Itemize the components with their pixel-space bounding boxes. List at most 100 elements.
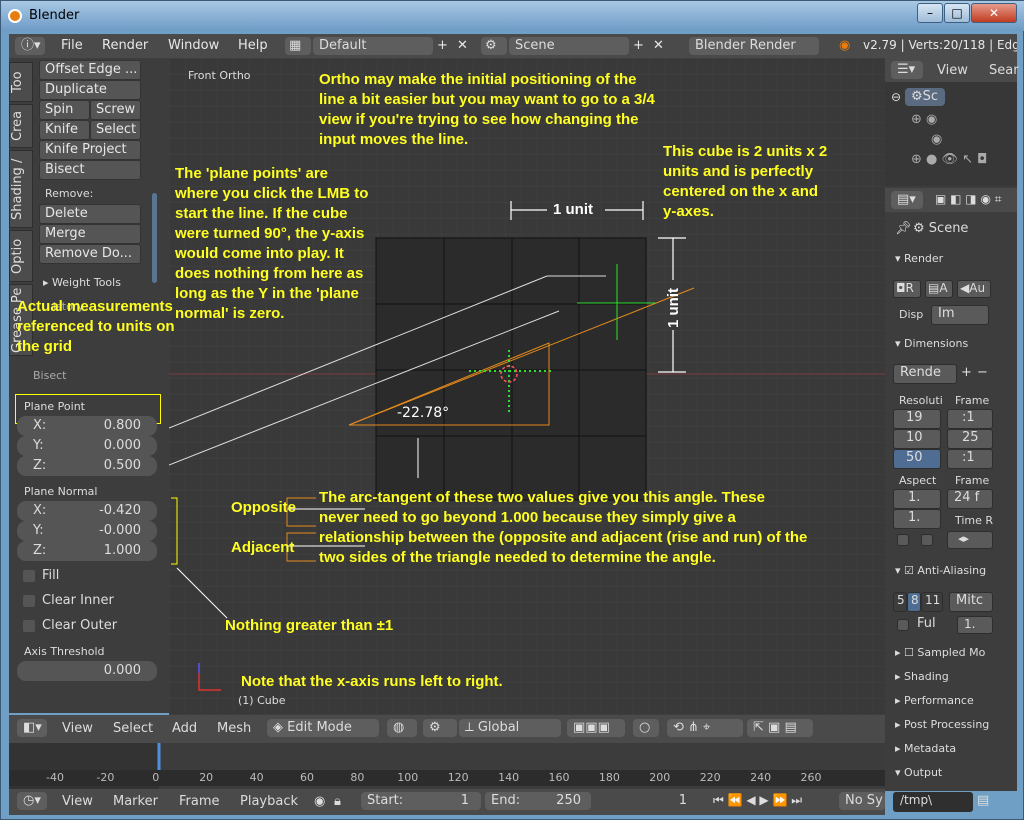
- knife-project-button[interactable]: Knife Project: [39, 140, 141, 160]
- border-checkbox[interactable]: [897, 534, 909, 546]
- resolution-x-field[interactable]: 19: [893, 409, 941, 429]
- tab-shading[interactable]: Shading /: [9, 150, 33, 228]
- performance-panel-header[interactable]: ▸ Performance: [895, 694, 974, 707]
- outliner-editor-type[interactable]: ☰▾: [891, 61, 923, 79]
- menu-help[interactable]: Help: [238, 38, 268, 53]
- aa-samples-8[interactable]: 8: [907, 592, 921, 612]
- filter-size-field[interactable]: 1.: [957, 616, 993, 634]
- frame-step-field[interactable]: :1: [947, 449, 993, 469]
- timeline[interactable]: -40 -20 0 20 40 60 80 100 120 140 160 180 200 220 240 2…: [9, 743, 885, 789]
- knife-button[interactable]: Knife: [39, 120, 90, 140]
- pin-icon[interactable]: 📌︎: [895, 221, 912, 236]
- render-button[interactable]: ◘R: [893, 280, 921, 298]
- outliner-search[interactable]: Sear: [989, 63, 1019, 78]
- end-frame-field[interactable]: End: 250: [485, 792, 591, 810]
- aspect-y-field[interactable]: 1.: [893, 509, 941, 529]
- clear-inner-checkbox[interactable]: [23, 595, 35, 607]
- outliner-collapse-icon[interactable]: ⊖: [891, 90, 901, 104]
- outliner-view-menu[interactable]: View: [937, 63, 968, 78]
- aa-samples-11[interactable]: 11: [921, 592, 943, 612]
- dimensions-panel-header[interactable]: ▾ Dimensions: [895, 337, 968, 350]
- plane-normal-z-field[interactable]: Z: 1.000: [17, 541, 157, 561]
- outliner-tree[interactable]: ⊖ ⚙Sc ⊕ ◉ ◉ ⊕ ● 👁︎ ↖ ◘: [885, 82, 1017, 186]
- 3d-menu-add[interactable]: Add: [172, 721, 197, 736]
- offset-edge-button[interactable]: Offset Edge ...: [39, 60, 141, 80]
- layout-icon[interactable]: ▦: [285, 37, 311, 55]
- tl-menu-frame[interactable]: Frame: [179, 794, 220, 809]
- metadata-panel-header[interactable]: ▸ Metadata: [895, 742, 956, 755]
- add-scene-button[interactable]: +: [633, 38, 644, 53]
- tl-menu-view[interactable]: View: [62, 794, 93, 809]
- occlude-icon[interactable]: ○: [633, 719, 659, 737]
- record-icon[interactable]: ◉: [314, 794, 325, 809]
- animation-button[interactable]: ▤A: [925, 280, 953, 298]
- outliner-world-item[interactable]: ◉: [931, 132, 942, 147]
- outliner-scene-item[interactable]: ⚙Sc: [905, 88, 945, 106]
- 3d-editor-type-menu[interactable]: ◧▾: [17, 719, 47, 737]
- start-frame-field[interactable]: Start: 1: [361, 792, 481, 810]
- shading-panel-header[interactable]: ▸ Shading: [895, 670, 949, 683]
- knife-select-button[interactable]: Select: [90, 120, 141, 140]
- sync-selector[interactable]: No Sy: [839, 792, 885, 810]
- layout-selector[interactable]: Default: [313, 37, 433, 55]
- axis-threshold-field[interactable]: 0.000: [17, 661, 157, 681]
- resolution-y-field[interactable]: 10: [893, 429, 941, 449]
- timeline-editor-type[interactable]: ◷▾: [17, 792, 47, 810]
- plane-point-x-field[interactable]: X: 0.800: [17, 416, 157, 436]
- 3d-menu-mesh[interactable]: Mesh: [217, 721, 251, 736]
- tl-menu-playback[interactable]: Playback: [240, 794, 298, 809]
- output-path-field[interactable]: /tmp\: [893, 792, 973, 812]
- properties-tabs-icons[interactable]: ▣ ◧ ◨ ◉ ⌗: [935, 192, 1002, 207]
- scene-icon[interactable]: ⚙: [481, 37, 507, 55]
- menu-render[interactable]: Render: [102, 38, 148, 53]
- 3d-viewport[interactable]: Front Ortho (1) Cube -22.78° 1 unit 1 un…: [169, 58, 885, 715]
- spin-button[interactable]: Spin: [39, 100, 90, 120]
- render-panel-header[interactable]: ▾ Render: [895, 252, 943, 265]
- tab-options[interactable]: Optio: [9, 230, 33, 282]
- fill-checkbox[interactable]: [23, 570, 35, 582]
- proportional-edit-icons[interactable]: ⟲ ⋔ ⌖: [667, 719, 743, 737]
- aa-filter-selector[interactable]: Mitc: [949, 592, 993, 612]
- add-layout-button[interactable]: +: [437, 38, 448, 53]
- duplicate-button[interactable]: Duplicate: [39, 80, 141, 100]
- properties-editor-type[interactable]: ▤▾: [891, 191, 923, 209]
- crop-checkbox[interactable]: [921, 534, 933, 546]
- 3d-menu-view[interactable]: View: [62, 721, 93, 736]
- render-snapshot-icons[interactable]: ⇱ ▣ ▤: [747, 719, 813, 737]
- plane-point-z-field[interactable]: Z: 0.500: [17, 456, 157, 476]
- anti-aliasing-header[interactable]: ▾ ☑ Anti-Aliasing: [895, 564, 986, 577]
- bisect-button[interactable]: Bisect: [39, 160, 141, 180]
- tab-tools[interactable]: Too: [9, 62, 33, 102]
- close-button[interactable]: ✕: [971, 3, 1017, 23]
- audio-button[interactable]: ◀Au: [957, 280, 991, 298]
- post-processing-panel-header[interactable]: ▸ Post Processing: [895, 718, 989, 731]
- clear-outer-checkbox[interactable]: [23, 620, 35, 632]
- render-engine-selector[interactable]: Blender Render: [689, 37, 819, 55]
- plane-normal-x-field[interactable]: X: -0.420: [17, 501, 157, 521]
- remove-scene-button[interactable]: ✕: [653, 38, 664, 53]
- screw-button[interactable]: Screw: [90, 100, 141, 120]
- shading-mode-icon[interactable]: ◍: [387, 719, 417, 737]
- maximize-button[interactable]: □: [944, 3, 970, 23]
- time-remap-fields[interactable]: ◂▸: [947, 531, 993, 549]
- outliner-cube-item[interactable]: ⊕ ● 👁︎ ↖ ◘: [911, 152, 987, 167]
- add-preset-button[interactable]: +: [961, 365, 972, 380]
- fps-selector[interactable]: 24 f: [947, 489, 993, 509]
- aa-samples-5[interactable]: 5: [893, 592, 907, 612]
- resolution-percentage-field[interactable]: 50: [893, 449, 941, 469]
- weight-tools-expander[interactable]: ▸ Weight Tools: [43, 276, 121, 289]
- pivot-icon[interactable]: ⚙: [423, 719, 457, 737]
- display-selector[interactable]: Im: [931, 305, 989, 325]
- delete-button[interactable]: Delete: [39, 204, 141, 224]
- playback-controls-icon[interactable]: ⏮ ⏪ ◀ ▶ ⏩ ⏭: [713, 793, 802, 808]
- editor-type-menu[interactable]: ⓘ▾: [15, 37, 45, 55]
- plane-normal-y-field[interactable]: Y: -0.000: [17, 521, 157, 541]
- aspect-x-field[interactable]: 1.: [893, 489, 941, 509]
- frame-start-field[interactable]: :1: [947, 409, 993, 429]
- menu-window[interactable]: Window: [168, 38, 219, 53]
- full-sample-checkbox[interactable]: [897, 619, 909, 631]
- remove-layout-button[interactable]: ✕: [457, 38, 468, 53]
- menu-file[interactable]: File: [61, 38, 83, 53]
- outliner-camera-item[interactable]: ⊕ ◉: [911, 112, 937, 127]
- tl-menu-marker[interactable]: Marker: [113, 794, 158, 809]
